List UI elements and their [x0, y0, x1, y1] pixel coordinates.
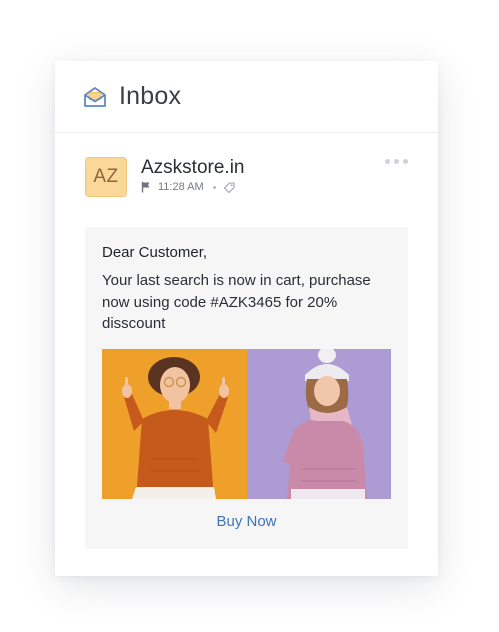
- meta-separator: [212, 185, 216, 189]
- email-header: AZ Azskstore.in 11:28 AM: [85, 157, 408, 201]
- more-options-icon[interactable]: [385, 159, 408, 164]
- buy-now-link[interactable]: Buy Now: [85, 513, 408, 530]
- email-body: Dear Customer, Your last search is now i…: [85, 227, 408, 549]
- email-time: 11:28 AM: [158, 181, 204, 193]
- page-title: Inbox: [119, 82, 182, 110]
- promo-image-purple-sweater[interactable]: [246, 349, 391, 499]
- email-greeting: Dear Customer,: [102, 244, 208, 261]
- email-card: Inbox AZ Azskstore.in 11:28 AM Dear Cust…: [55, 61, 438, 576]
- promo-image-orange-sweater[interactable]: [102, 349, 247, 499]
- mail-open-icon: [83, 85, 107, 109]
- sender-name: Azskstore.in: [141, 157, 245, 178]
- avatar: AZ: [85, 157, 127, 197]
- email-text: Your last search is now in cart, purchas…: [102, 272, 371, 332]
- flag-icon[interactable]: [141, 181, 151, 193]
- email-meta: 11:28 AM: [141, 181, 235, 193]
- promo-images[interactable]: [102, 349, 391, 499]
- tag-icon[interactable]: [223, 181, 235, 193]
- page-background: Inbox AZ Azskstore.in 11:28 AM Dear Cust…: [0, 0, 499, 632]
- inbox-header: Inbox: [55, 61, 438, 133]
